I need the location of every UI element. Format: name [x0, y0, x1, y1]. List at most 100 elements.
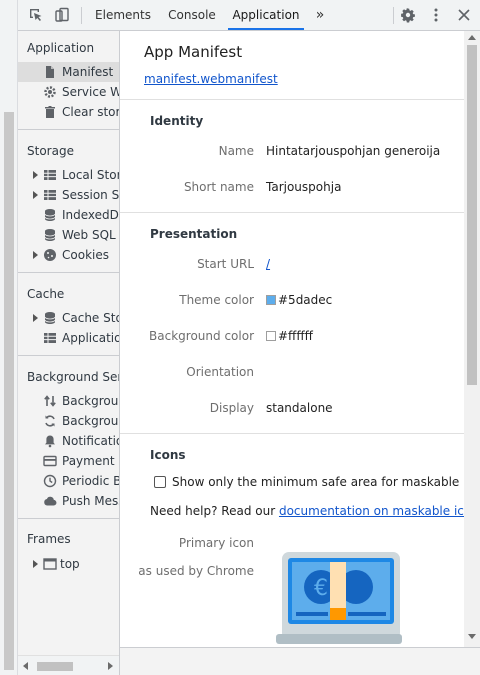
tab-application[interactable]: Application	[228, 0, 304, 30]
application-sidebar: Application Manifest Service Workers Cle…	[18, 31, 120, 675]
trash-icon	[45, 106, 55, 118]
updown-arrows-icon	[44, 395, 56, 407]
name-value: Hintatarjouspohjan generoija	[266, 144, 441, 158]
short-name-label: Short name	[183, 180, 254, 194]
display-value: standalone	[266, 401, 333, 415]
sidebar-item-cookies[interactable]: Cookies	[18, 245, 119, 265]
grid-icon	[44, 333, 56, 343]
toolbar-separator	[81, 7, 82, 24]
maskable-checkbox-label[interactable]: Show only the minimum safe area for mask…	[172, 475, 464, 489]
bottom-status-strip	[120, 647, 480, 675]
window-left-gutter	[0, 0, 18, 675]
database-icon	[44, 312, 56, 324]
sidebar-horizontal-scrollbar[interactable]	[18, 655, 119, 675]
sidebar-item-label: Background Fetch	[62, 394, 119, 408]
expand-arrow-icon[interactable]	[33, 314, 38, 322]
sidebar-item-frame-top[interactable]: top	[18, 554, 119, 574]
kebab-menu-icon[interactable]	[427, 6, 445, 24]
more-tabs-button[interactable]: »	[311, 0, 329, 31]
document-icon	[46, 66, 54, 78]
sidebar-item-application-cache[interactable]: Application Cache	[18, 328, 119, 348]
sidebar-divider	[18, 355, 119, 356]
sidebar-divider	[18, 518, 119, 519]
sidebar-item-periodic-background-sync[interactable]: Periodic Background Sync	[18, 471, 119, 491]
scroll-down-arrow-icon[interactable]	[468, 634, 476, 639]
sidebar-item-label: Manifest	[62, 65, 114, 79]
sidebar-item-background-sync[interactable]: Background Sync	[18, 411, 119, 431]
close-icon[interactable]	[455, 6, 473, 24]
scrollbar-thumb[interactable]	[467, 45, 477, 385]
theme-color-value: #5dadec	[266, 293, 332, 307]
sidebar-item-label: Periodic Background Sync	[62, 474, 119, 488]
manifest-file-link[interactable]: manifest.webmanifest	[144, 72, 278, 86]
help-prefix: Need help? Read our	[150, 504, 279, 518]
expand-arrow-icon[interactable]	[33, 251, 38, 259]
sidebar-item-session-storage[interactable]: Session Storage	[18, 185, 119, 205]
inspect-element-icon[interactable]	[27, 6, 45, 24]
maskable-safe-area-checkbox[interactable]	[154, 476, 166, 488]
gutter-scrollbar-thumb[interactable]	[4, 112, 14, 670]
expand-arrow-icon[interactable]	[33, 560, 38, 568]
toolbar-separator	[393, 7, 394, 24]
sidebar-header-background-services: Background Services	[27, 370, 119, 384]
grid-icon	[44, 170, 56, 180]
sidebar-item-clear-storage[interactable]: Clear storage	[18, 102, 120, 122]
gear-icon	[44, 86, 56, 98]
card-icon	[43, 455, 57, 467]
svg-text:€: €	[314, 576, 328, 601]
cookie-icon	[44, 249, 56, 261]
sidebar-header-frames: Frames	[27, 532, 71, 546]
sidebar-item-label: Notifications	[62, 434, 119, 448]
section-divider	[120, 99, 464, 100]
sidebar-divider	[18, 272, 119, 273]
scroll-up-arrow-icon[interactable]	[468, 35, 476, 40]
sidebar-item-label: Local Storage	[62, 168, 119, 182]
section-header-presentation: Presentation	[150, 227, 238, 241]
main-vertical-scrollbar[interactable]	[464, 31, 480, 647]
sidebar-item-label: Push Messaging	[62, 494, 119, 508]
expand-arrow-icon[interactable]	[33, 171, 38, 179]
scroll-right-arrow-icon[interactable]	[108, 662, 113, 670]
expand-arrow-icon[interactable]	[33, 191, 38, 199]
frame-icon	[43, 558, 57, 570]
maskable-help-text: Need help? Read our documentation on mas…	[150, 504, 464, 518]
sidebar-item-cache-storage[interactable]: Cache Storage	[18, 308, 119, 328]
section-header-icons: Icons	[150, 448, 186, 462]
theme-color-label: Theme color	[179, 293, 254, 307]
sidebar-item-background-fetch[interactable]: Background Fetch	[18, 391, 119, 411]
sidebar-item-indexeddb[interactable]: IndexedDB	[18, 205, 119, 225]
theme-color-swatch	[266, 295, 276, 305]
sidebar-item-payment-handler[interactable]: Payment Handler	[18, 451, 119, 471]
sidebar-item-push-messaging[interactable]: Push Messaging	[18, 491, 119, 511]
scrollbar-thumb[interactable]	[37, 662, 73, 671]
sidebar-item-service-workers[interactable]: Service Workers	[18, 82, 119, 102]
start-url-label: Start URL	[197, 257, 254, 271]
sidebar-item-label: Background Sync	[62, 414, 119, 428]
database-icon	[44, 229, 56, 241]
tab-elements[interactable]: Elements	[90, 0, 156, 31]
scroll-left-arrow-icon[interactable]	[23, 662, 28, 670]
theme-color-text: #5dadec	[278, 293, 333, 307]
sidebar-header-storage: Storage	[27, 144, 74, 158]
maskable-docs-link[interactable]: documentation on maskable icons	[279, 504, 464, 518]
device-toolbar-icon[interactable]	[53, 6, 71, 24]
background-color-label: Background color	[149, 329, 254, 343]
sidebar-header-cache: Cache	[27, 287, 65, 301]
sidebar-item-local-storage[interactable]: Local Storage	[18, 165, 119, 185]
primary-icon-label: Primary icon	[178, 536, 254, 550]
background-color-text: #ffffff	[278, 329, 313, 343]
bell-icon	[45, 435, 55, 448]
tab-console[interactable]: Console	[161, 0, 223, 31]
cloud-icon	[44, 496, 57, 506]
section-header-identity: Identity	[150, 114, 204, 128]
start-url-link[interactable]: /	[266, 257, 270, 271]
section-divider	[120, 433, 464, 434]
manifest-panel: App Manifest manifest.webmanifest Identi…	[120, 31, 464, 647]
sidebar-item-label: Clear storage	[62, 105, 120, 119]
sidebar-item-notifications[interactable]: Notifications	[18, 431, 119, 451]
sidebar-item-manifest[interactable]: Manifest	[18, 62, 119, 82]
display-label: Display	[209, 401, 254, 415]
sync-icon	[45, 415, 55, 427]
gear-icon[interactable]	[399, 6, 417, 24]
sidebar-item-web-sql[interactable]: Web SQL	[18, 225, 119, 245]
